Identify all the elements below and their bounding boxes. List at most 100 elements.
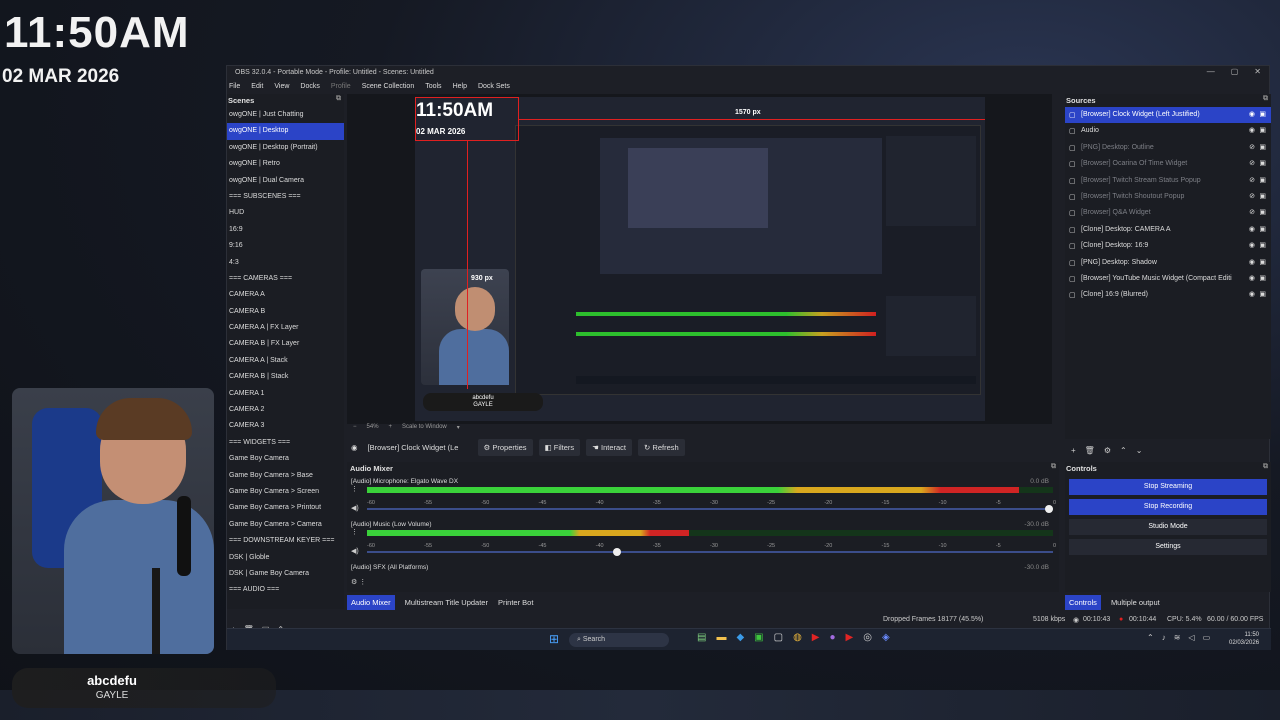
eye-hidden-icon[interactable]: ⊘ [1249, 176, 1255, 184]
eye-hidden-icon[interactable]: ⊘ [1249, 159, 1255, 167]
scene-item[interactable]: === WIDGETS === [227, 435, 344, 451]
scene-item[interactable]: owgONE | Desktop (Portrait) [227, 140, 344, 156]
eye-icon[interactable]: ◉ [1249, 290, 1255, 298]
add-source-icon[interactable]: + [1071, 446, 1076, 455]
taskbar-search[interactable]: ⌕ Search [569, 633, 669, 647]
scene-item[interactable]: owgONE | Dual Camera [227, 173, 344, 189]
source-item[interactable]: ▢ [Browser] Q&A Widget ⊘ ▣ [1065, 205, 1271, 221]
notepad-icon[interactable]: ▤ [697, 632, 706, 643]
source-properties-icon[interactable]: ⚙ [1104, 446, 1111, 455]
scene-item[interactable]: === SUBSCENES === [227, 189, 344, 205]
battery-icon[interactable]: ▭ [1203, 633, 1211, 642]
scale-mode-select[interactable]: Scale to Window [402, 424, 447, 434]
lock-icon[interactable]: ▣ [1259, 159, 1266, 167]
volume-slider-knob[interactable] [1045, 505, 1053, 513]
scene-item[interactable]: DSK | Game Boy Camera [227, 566, 344, 582]
eye-hidden-icon[interactable]: ⊘ [1249, 143, 1255, 151]
scene-item[interactable]: === AUDIO === [227, 582, 344, 598]
tab-controls[interactable]: Controls [1065, 594, 1101, 610]
dock-float-icon[interactable]: ⧉ [1051, 463, 1056, 471]
tab-multiple-output[interactable]: Multiple output [1111, 598, 1160, 607]
lock-icon[interactable]: ▣ [1259, 241, 1266, 249]
dock-float-icon[interactable]: ⧉ [1263, 95, 1268, 103]
preview-area[interactable]: abcdefu GAYLE 11:50AM 02 MAR 2026 1570 p… [347, 94, 1052, 424]
volume-slider[interactable] [367, 505, 1053, 513]
scene-item[interactable]: Game Boy Camera > Base [227, 468, 344, 484]
scene-item[interactable]: Game Boy Camera > Printout [227, 500, 344, 516]
lock-icon[interactable]: ▣ [1259, 176, 1266, 184]
maximize-button[interactable]: ▢ [1231, 67, 1239, 76]
scene-item[interactable]: 16:9 [227, 222, 344, 238]
scene-item[interactable]: Game Boy Camera [227, 451, 344, 467]
app-purple-icon[interactable]: ● [830, 632, 836, 643]
eye-icon[interactable]: ◉ [1249, 274, 1255, 282]
zoom-in-icon[interactable]: + [389, 424, 393, 434]
move-down-icon[interactable]: ⌄ [1136, 446, 1143, 455]
eye-icon[interactable]: ◉ [1249, 126, 1255, 134]
taskbar-clock[interactable]: 11:50 02/03/2026 [1229, 631, 1259, 647]
menu-profile[interactable]: Profile [331, 83, 351, 90]
vscode-icon[interactable]: ◆ [736, 632, 744, 643]
source-item[interactable]: ▢ [Clone] Desktop: 16:9 ◉ ▣ [1065, 238, 1271, 254]
scene-item[interactable]: CAMERA 2 [227, 402, 344, 418]
scene-item[interactable]: CAMERA A | FX Layer [227, 320, 344, 336]
app-white-icon[interactable]: ▢ [774, 632, 783, 643]
menu-file[interactable]: File [229, 83, 240, 90]
chrome-icon[interactable]: ◍ [793, 632, 802, 643]
scene-item[interactable]: CAMERA B | FX Layer [227, 336, 344, 352]
lock-icon[interactable]: ▣ [1259, 143, 1266, 151]
dock-float-icon[interactable]: ⧉ [1263, 463, 1268, 471]
scene-item[interactable]: === CAMERAS === [227, 271, 344, 287]
stop-recording-button[interactable]: Stop Recording [1069, 499, 1267, 515]
menu-dock-sets[interactable]: Dock Sets [478, 83, 510, 90]
menu-view[interactable]: View [274, 83, 289, 90]
interact-button[interactable]: ☚ Interact [586, 439, 633, 456]
scene-item[interactable]: owgONE | Just Chatting [227, 107, 344, 123]
app-blue-icon[interactable]: ◈ [882, 632, 890, 643]
menu-help[interactable]: Help [453, 83, 467, 90]
eye-icon[interactable]: ◉ [1249, 110, 1255, 118]
menu-scene-collection[interactable]: Scene Collection [362, 83, 415, 90]
scene-item[interactable]: CAMERA B | Stack [227, 369, 344, 385]
scene-item[interactable]: Game Boy Camera > Screen [227, 484, 344, 500]
zoom-out-icon[interactable]: − [353, 424, 357, 434]
source-item[interactable]: ▢ [Browser] Ocarina Of Time Widget ⊘ ▣ [1065, 156, 1271, 172]
settings-button[interactable]: Settings [1069, 539, 1267, 555]
scene-item[interactable]: CAMERA 3 [227, 418, 344, 434]
close-button[interactable]: ✕ [1254, 67, 1261, 76]
tab-printer-bot[interactable]: Printer Bot [498, 598, 533, 607]
menu-tools[interactable]: Tools [425, 83, 441, 90]
filters-button[interactable]: ◧ Filters [538, 439, 581, 456]
eye-icon[interactable]: ◉ [1249, 258, 1255, 266]
speaker-icon[interactable]: ◀) [351, 504, 359, 512]
tab-audio-mixer[interactable]: Audio Mixer [347, 594, 395, 610]
chevron-up-icon[interactable]: ⌃ [1147, 633, 1154, 642]
source-item[interactable]: ▢ Audio ◉ ▣ [1065, 123, 1271, 139]
refresh-button[interactable]: ↻ Refresh [638, 439, 685, 456]
speaker-icon[interactable]: ◀) [351, 547, 359, 555]
windows-start-icon[interactable]: ⊞ [549, 632, 559, 646]
volume-slider-knob[interactable] [612, 548, 621, 556]
menu-docks[interactable]: Docks [300, 83, 319, 90]
channel-menu-icon[interactable]: ⋮ [351, 485, 358, 493]
lock-icon[interactable]: ▣ [1259, 258, 1266, 266]
youtube-music-icon[interactable]: ▶ [812, 632, 820, 643]
scene-item[interactable]: owgONE | Desktop [227, 123, 344, 140]
tab-multistream-title-updater[interactable]: Multistream Title Updater [405, 598, 488, 607]
scene-item[interactable]: owgONE | Retro [227, 156, 344, 172]
source-item[interactable]: ▢ [Browser] Twitch Stream Status Popup ⊘ ▣ [1065, 173, 1271, 189]
obs-icon[interactable]: ◎ [863, 632, 872, 643]
remove-source-icon[interactable]: 🗑 [1085, 446, 1095, 455]
source-item[interactable]: ▢ [Browser] Clock Widget (Left Justified)… [1065, 107, 1271, 124]
move-up-icon[interactable]: ⌃ [1120, 446, 1127, 455]
wifi-icon[interactable]: ≋ [1174, 633, 1181, 642]
lock-icon[interactable]: ▣ [1259, 192, 1266, 200]
dock-float-icon[interactable]: ⧉ [336, 95, 341, 103]
file-explorer-icon[interactable]: ▬ [716, 632, 726, 643]
eye-icon[interactable]: ◉ [1249, 225, 1255, 233]
app-green-icon[interactable]: ▣ [754, 632, 763, 643]
eye-hidden-icon[interactable]: ⊘ [1249, 192, 1255, 200]
stop-streaming-button[interactable]: Stop Streaming [1069, 479, 1267, 495]
selection-box[interactable] [415, 97, 519, 141]
source-item[interactable]: ▢ [Browser] Twitch Shoutout Popup ⊘ ▣ [1065, 189, 1271, 205]
